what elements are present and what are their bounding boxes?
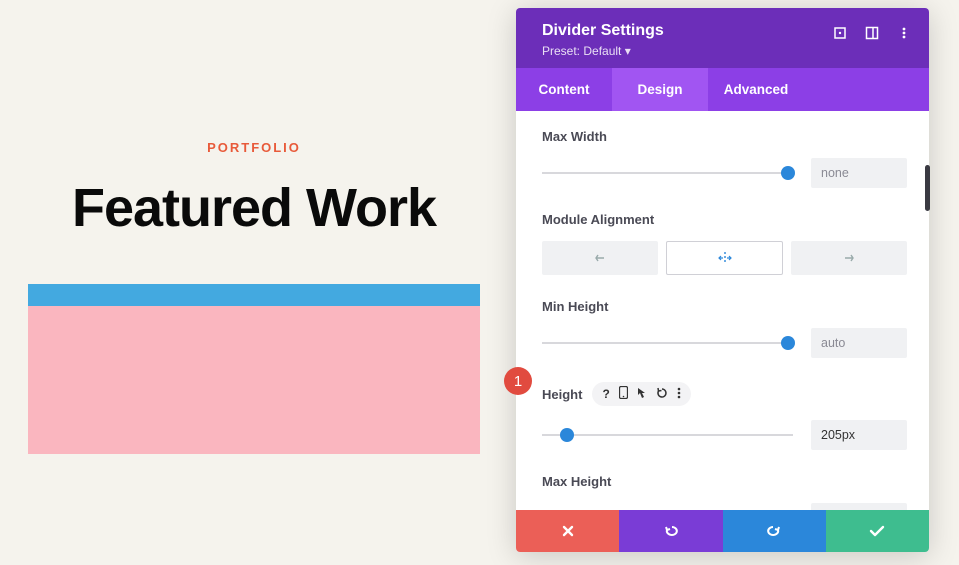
settings-panel: Divider Settings Preset: Default ▾ Conte… [516,8,929,552]
height-label: Height [542,387,582,402]
undo-button[interactable] [619,510,722,552]
divider-module-pink[interactable] [28,306,480,454]
field-height: Height ? [542,382,907,450]
align-center-icon [715,251,735,265]
max-height-slider[interactable] [542,509,793,510]
slider-knob[interactable] [560,428,574,442]
slider-knob[interactable] [781,166,795,180]
field-module-alignment: Module Alignment [542,212,907,275]
tab-content[interactable]: Content [516,68,612,111]
more-icon[interactable] [677,387,681,402]
min-height-label: Min Height [542,299,907,314]
max-width-slider[interactable] [542,164,793,182]
align-right-button[interactable] [791,241,907,275]
preset-label[interactable]: Preset: Default ▾ [542,44,664,58]
align-right-icon [839,251,859,265]
height-slider[interactable] [542,426,793,444]
panel-footer [516,510,929,552]
max-height-label: Max Height [542,474,907,489]
tab-design[interactable]: Design [612,68,708,111]
align-center-button[interactable] [666,241,784,275]
redo-icon [766,524,782,538]
panel-header[interactable]: Divider Settings Preset: Default ▾ [516,8,929,68]
help-icon[interactable]: ? [602,387,609,401]
module-alignment-label: Module Alignment [542,212,907,227]
hover-icon[interactable] [637,387,647,402]
field-max-width: Max Width [542,129,907,188]
tabs-bar: Content Design Advanced [516,68,929,111]
align-left-button[interactable] [542,241,658,275]
min-height-slider[interactable] [542,334,793,352]
expand-icon[interactable] [833,26,847,40]
reset-icon[interactable] [656,387,668,402]
align-left-icon [590,251,610,265]
phone-icon[interactable] [619,386,628,402]
max-width-input[interactable] [811,158,907,188]
max-width-label: Max Width [542,129,907,144]
save-button[interactable] [826,510,929,552]
annotation-marker-1: 1 [504,367,532,395]
slider-knob[interactable] [781,336,795,350]
max-height-input[interactable] [811,503,907,510]
divider-module-blue[interactable] [28,284,480,306]
field-max-height: Max Height [542,474,907,510]
check-icon [869,525,885,537]
eyebrow-text: PORTFOLIO [28,140,480,155]
page-heading: Featured Work [28,177,480,239]
cancel-button[interactable] [516,510,619,552]
undo-icon [663,524,679,538]
close-icon [561,524,575,538]
field-min-height: Min Height [542,299,907,358]
tab-advanced[interactable]: Advanced [708,68,804,111]
redo-button[interactable] [723,510,826,552]
min-height-input[interactable] [811,328,907,358]
panel-body: Max Width Module Alignment [516,111,929,510]
panel-title: Divider Settings [542,22,664,40]
snap-icon[interactable] [865,26,879,40]
kebab-icon[interactable] [897,26,911,40]
page-canvas: PORTFOLIO Featured Work [0,0,500,454]
scrollbar[interactable] [925,165,930,211]
height-input[interactable] [811,420,907,450]
